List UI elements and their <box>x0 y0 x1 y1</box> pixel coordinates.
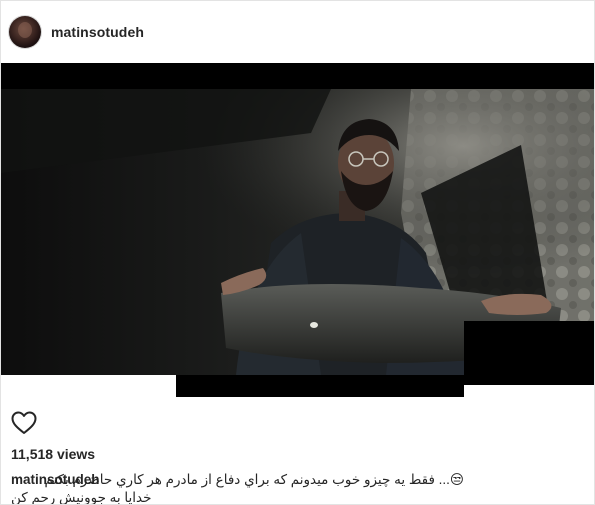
caption-text-line2: خدايا به جوونيش رحم كن <box>11 490 152 505</box>
post-username[interactable]: matinsotudeh <box>51 24 144 40</box>
post-actions <box>11 411 37 437</box>
avatar[interactable] <box>9 16 41 48</box>
video-frame-image <box>1 63 594 397</box>
post-header: matinsotudeh <box>1 1 594 63</box>
view-count: 11,518 views <box>11 446 96 462</box>
heart-icon[interactable] <box>11 411 37 435</box>
video-player[interactable] <box>1 63 594 397</box>
instagram-post-card: matinsotudeh 11,518 views matinsotudeh 😒… <box>0 0 595 505</box>
caption-text-line1: 😒... فقط يه چيزو خوب ميدونم كه براي دفاع… <box>44 472 464 487</box>
